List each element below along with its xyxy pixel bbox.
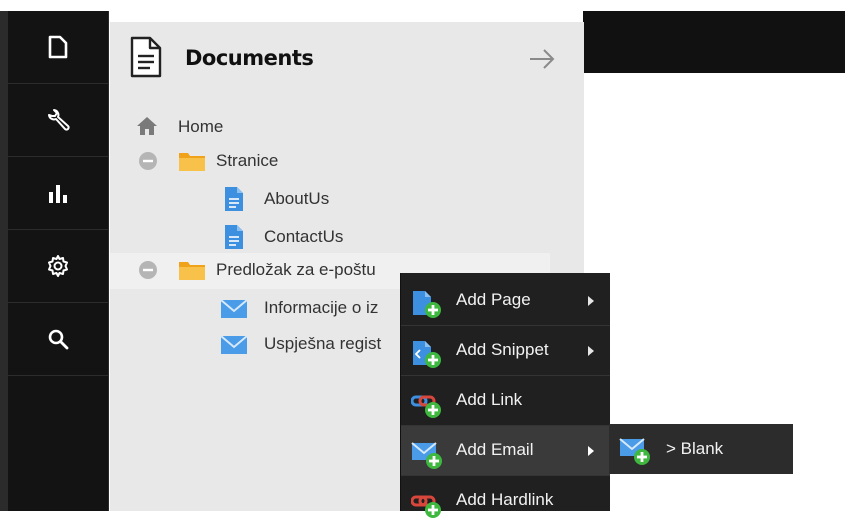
tree-label: Uspješna regist xyxy=(264,334,382,353)
add-email-icon xyxy=(411,442,442,469)
add-hardlink-icon xyxy=(411,495,441,518)
arrow-right-icon[interactable] xyxy=(528,48,556,70)
home-icon xyxy=(137,117,157,135)
menu-item-add-email[interactable]: Add Email xyxy=(401,426,610,476)
page-icon xyxy=(225,225,243,249)
panel-title: Documents xyxy=(185,46,314,70)
submenu-arrow-icon xyxy=(588,296,594,306)
menu-label: Add Hardlink xyxy=(456,490,554,509)
submenu-arrow-icon xyxy=(588,446,594,456)
add-page-icon xyxy=(413,291,441,318)
page-icon xyxy=(225,187,243,211)
wrench-icon xyxy=(48,109,70,131)
menu-label: > Blank xyxy=(666,439,724,458)
top-toolbar xyxy=(583,11,845,73)
window-edge xyxy=(0,11,8,511)
tree-item-aboutus[interactable]: AboutUs xyxy=(110,183,550,215)
add-snippet-icon xyxy=(413,341,441,368)
folder-icon xyxy=(179,262,205,280)
tree-label: Informacije o iz xyxy=(264,298,379,317)
tree-label: Stranice xyxy=(216,151,279,170)
menu-item-add-hardlink[interactable]: Add Hardlink xyxy=(401,476,610,526)
nav-analytics[interactable] xyxy=(8,157,108,230)
menu-label: Add Snippet xyxy=(456,340,549,359)
submenu-arrow-icon xyxy=(588,346,594,356)
add-email-icon xyxy=(619,438,650,465)
submenu-add-email: > Blank xyxy=(609,424,793,474)
menu-label: Add Link xyxy=(456,390,523,409)
document-icon xyxy=(130,36,162,78)
collapse-icon[interactable] xyxy=(138,151,158,171)
tree-label: Predložak za e-poštu xyxy=(216,260,376,279)
top-band xyxy=(0,0,845,11)
menu-item-add-snippet[interactable]: Add Snippet xyxy=(401,326,610,376)
email-icon xyxy=(220,335,248,354)
tree-label: Home xyxy=(178,117,224,136)
tree-item-home[interactable]: Home xyxy=(110,112,550,144)
tree-item-contactus[interactable]: ContactUs xyxy=(110,221,550,253)
menu-label: Add Page xyxy=(456,290,531,309)
side-nav xyxy=(8,11,109,511)
nav-search[interactable] xyxy=(8,303,108,376)
nav-documents[interactable] xyxy=(8,11,108,84)
email-icon xyxy=(220,299,248,318)
tree-label: ContactUs xyxy=(264,227,344,246)
document-icon xyxy=(48,35,68,59)
folder-icon xyxy=(179,153,205,171)
submenu-item-blank[interactable]: > Blank xyxy=(609,424,793,474)
nav-settings[interactable] xyxy=(8,230,108,303)
collapse-icon[interactable] xyxy=(138,260,158,280)
search-icon xyxy=(48,329,69,350)
nav-tools[interactable] xyxy=(8,84,108,157)
bar-chart-icon xyxy=(49,185,67,203)
tree-label: AboutUs xyxy=(264,189,330,208)
menu-label: Add Email xyxy=(456,440,534,459)
add-link-icon xyxy=(411,395,441,418)
tree-item-stranice[interactable]: Stranice xyxy=(110,146,550,178)
menu-item-add-page[interactable]: Add Page xyxy=(401,276,610,326)
gear-icon xyxy=(48,255,68,277)
menu-item-add-link[interactable]: Add Link xyxy=(401,376,610,426)
context-menu: Add Page Add Snippet Add Link Add Email … xyxy=(400,273,610,518)
